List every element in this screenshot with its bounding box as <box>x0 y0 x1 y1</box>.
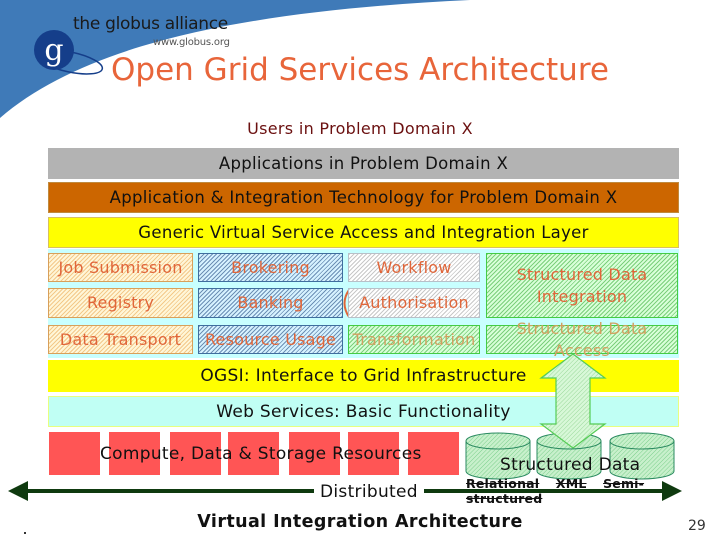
diagram-caption: Virtual Integration Architecture <box>197 512 523 532</box>
module-registry: Registry <box>48 288 193 318</box>
distributed-label: Distributed <box>314 482 424 502</box>
module-label: Transformation <box>352 329 476 349</box>
module-label: Data Transport <box>59 329 182 349</box>
web-services-layer-label: Web Services: Basic Functionality <box>216 401 511 422</box>
module-workflow: Workflow <box>348 253 480 282</box>
app-integration-layer: Application & Integration Technology for… <box>48 182 679 213</box>
app-integration-layer-label: Application & Integration Technology for… <box>109 188 618 207</box>
module-resource-usage: Resource Usage <box>198 325 343 354</box>
ogsi-layer-label: OGSI: Interface to Grid Infrastructure <box>200 366 527 386</box>
module-label: Banking <box>237 293 304 312</box>
data-type-relational: Relational <box>466 476 540 491</box>
brand-url: www.globus.org <box>153 37 230 48</box>
data-type-xml: XML <box>555 476 587 491</box>
module-authorisation: Authorisation <box>348 288 480 318</box>
brand-name: the globus alliance <box>73 14 228 34</box>
module-label: Job Submission <box>58 257 183 277</box>
arrow-left-icon <box>8 481 28 501</box>
compute-resources-label: Compute, Data & Storage Resources <box>100 444 422 464</box>
resource-block <box>49 432 100 475</box>
double-arrow-icon <box>539 353 607 449</box>
applications-layer: Applications in Problem Domain X <box>48 148 679 179</box>
module-data-transport: Data Transport <box>48 325 193 354</box>
generic-access-layer: Generic Virtual Service Access and Integ… <box>48 217 679 248</box>
page-title: Open Grid Services Architecture <box>111 52 609 88</box>
module-label: Brokering <box>231 257 310 277</box>
module-transformation: Transformation <box>348 325 480 354</box>
module-label: Workflow <box>376 257 452 277</box>
data-type-labels: Relational XML Semi-structured <box>466 476 720 506</box>
module-label: Resource Usage <box>204 329 337 349</box>
applications-layer-label: Applications in Problem Domain X <box>218 154 509 173</box>
module-label: Structured Data Integration <box>516 264 648 306</box>
module-brokering: Brokering <box>198 253 343 282</box>
generic-access-layer-label: Generic Virtual Service Access and Integ… <box>138 223 589 242</box>
module-label: Authorisation <box>359 293 469 312</box>
users-label: Users in Problem Domain X <box>247 119 473 138</box>
module-structured-data-access: Structured Data Access <box>486 319 678 360</box>
module-label: Registry <box>86 293 155 312</box>
corner-dot <box>24 532 26 534</box>
page-number: 29 <box>688 518 706 534</box>
module-banking: Banking <box>198 288 343 318</box>
structured-data-label: Structured Data <box>500 455 641 475</box>
module-structured-data-integration: Structured Data Integration <box>486 253 678 318</box>
module-job-submission: Job Submission <box>48 253 193 282</box>
